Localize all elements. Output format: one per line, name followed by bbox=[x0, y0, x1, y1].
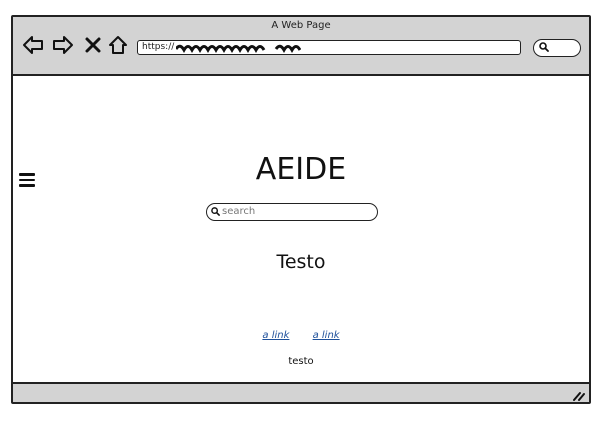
stop-button[interactable] bbox=[81, 33, 105, 57]
back-button[interactable] bbox=[21, 33, 45, 57]
page-content: AEIDE Testo a link a link testo bbox=[13, 76, 589, 384]
url-prefix: https:// bbox=[142, 42, 175, 52]
browser-toolbar: A Web Page https:// bbox=[13, 17, 589, 76]
forward-arrow-icon bbox=[53, 36, 73, 54]
url-scribble bbox=[176, 44, 301, 53]
search-field[interactable] bbox=[206, 203, 378, 221]
close-icon bbox=[85, 37, 101, 53]
link-row: a link a link bbox=[13, 330, 589, 341]
resize-grip-icon[interactable] bbox=[571, 389, 585, 401]
browser-window: A Web Page https:// AEIDE search Testo a… bbox=[11, 15, 591, 404]
search-input[interactable] bbox=[222, 204, 372, 219]
back-arrow-icon bbox=[23, 36, 43, 54]
page-logo: AEIDE bbox=[255, 152, 347, 187]
search-icon bbox=[539, 42, 549, 52]
home-button[interactable] bbox=[106, 33, 130, 57]
forward-button[interactable] bbox=[51, 33, 75, 57]
address-bar[interactable]: https:// bbox=[137, 40, 521, 55]
link-2[interactable]: a link bbox=[313, 330, 340, 341]
status-bar bbox=[13, 382, 589, 402]
window-title: A Web Page bbox=[271, 20, 331, 31]
link-1[interactable]: a link bbox=[262, 330, 289, 341]
page-heading: Testo bbox=[276, 251, 326, 273]
browser-search-button[interactable] bbox=[533, 39, 581, 57]
search-icon bbox=[211, 207, 220, 216]
footer-text: testo bbox=[288, 356, 314, 367]
home-icon bbox=[109, 36, 127, 54]
